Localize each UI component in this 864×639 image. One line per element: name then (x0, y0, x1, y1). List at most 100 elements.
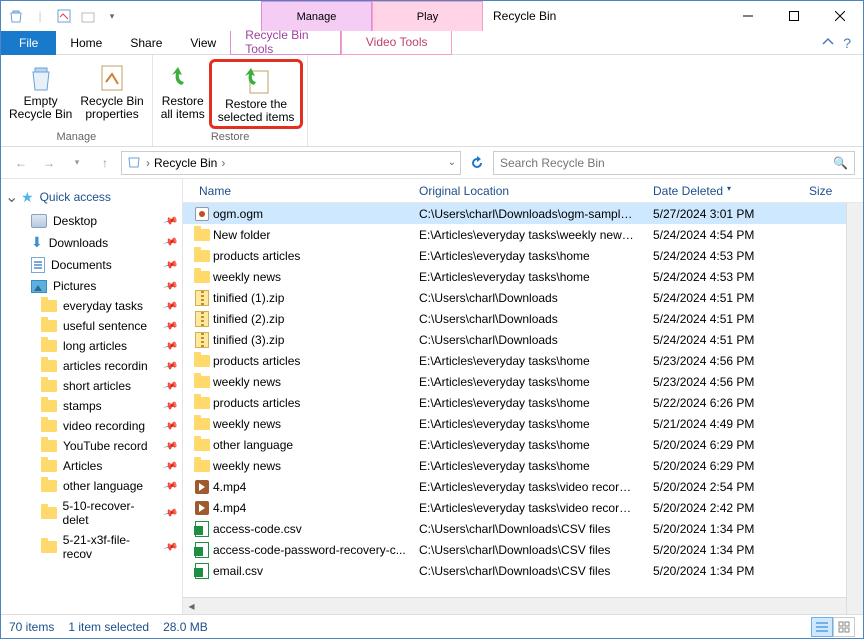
table-row[interactable]: products articlesE:\Articles\everyday ta… (183, 350, 863, 371)
restore-selected-items-button[interactable]: Restore the selected items (209, 59, 304, 129)
table-row[interactable]: weekly newsE:\Articles\everyday tasks\ho… (183, 413, 863, 434)
sidebar-item-label: long articles (63, 339, 127, 353)
table-row[interactable]: products articlesE:\Articles\everyday ta… (183, 245, 863, 266)
file-date-deleted: 5/24/2024 4:53 PM (645, 270, 801, 284)
file-name: products articles (213, 396, 300, 410)
table-row[interactable]: email.csvC:\Users\charl\Downloads\CSV fi… (183, 560, 863, 581)
recycle-bin-properties-button[interactable]: Recycle Bin properties (76, 59, 147, 123)
file-date-deleted: 5/24/2024 4:54 PM (645, 228, 801, 242)
sidebar-item[interactable]: everyday tasks📌 (1, 296, 182, 316)
file-date-deleted: 5/20/2024 2:42 PM (645, 501, 801, 515)
sidebar-item[interactable]: Pictures📌 (1, 276, 182, 296)
table-row[interactable]: products articlesE:\Articles\everyday ta… (183, 392, 863, 413)
column-original-location[interactable]: Original Location (411, 184, 645, 198)
table-row[interactable]: 4.mp4E:\Articles\everyday tasks\video re… (183, 497, 863, 518)
sidebar-item[interactable]: ⬇Downloads📌 (1, 231, 182, 254)
sidebar-quick-access[interactable]: ⌄ ★ Quick access (1, 183, 182, 211)
view-large-icons-button[interactable] (833, 617, 855, 637)
qat-customize-dropdown[interactable]: ▾ (101, 5, 123, 27)
qat-recycle-icon[interactable] (5, 5, 27, 27)
address-dropdown[interactable]: ⌄ (448, 157, 456, 168)
table-row[interactable]: weekly newsE:\Articles\everyday tasks\ho… (183, 371, 863, 392)
nav-recent-dropdown[interactable]: ▾ (65, 151, 89, 175)
file-date-deleted: 5/24/2024 4:53 PM (645, 249, 801, 263)
nav-back-button[interactable]: ← (9, 151, 33, 175)
search-box[interactable]: 🔍 (493, 151, 855, 175)
close-button[interactable] (817, 1, 863, 31)
maximize-button[interactable] (771, 1, 817, 31)
tab-share[interactable]: Share (116, 31, 176, 55)
address-breadcrumb[interactable]: › Recycle Bin › ⌄ (121, 151, 461, 175)
qat-properties-icon[interactable] (53, 5, 75, 27)
file-name: access-code-password-recovery-c... (213, 543, 406, 557)
sidebar-item[interactable]: Desktop📌 (1, 211, 182, 231)
properties-icon (96, 61, 128, 95)
table-row[interactable]: other languageE:\Articles\everyday tasks… (183, 434, 863, 455)
nav-forward-button[interactable]: → (37, 151, 61, 175)
sidebar-item[interactable]: short articles📌 (1, 376, 182, 396)
sidebar-item[interactable]: useful sentence📌 (1, 316, 182, 336)
ribbon-collapse-chevron[interactable]: ? (822, 35, 863, 51)
sidebar-item[interactable]: video recording📌 (1, 416, 182, 436)
pin-icon: 📌 (162, 298, 178, 314)
empty-recycle-bin-button[interactable]: Empty Recycle Bin (5, 59, 76, 123)
sidebar-item-label: articles recordin (63, 359, 148, 373)
table-row[interactable]: tinified (1).zipC:\Users\charl\Downloads… (183, 287, 863, 308)
minimize-button[interactable] (725, 1, 771, 31)
column-size[interactable]: Size (801, 184, 863, 198)
table-row[interactable]: New folderE:\Articles\everyday tasks\wee… (183, 224, 863, 245)
sidebar-item[interactable]: stamps📌 (1, 396, 182, 416)
chevron-right-icon[interactable]: › (221, 156, 225, 170)
breadcrumb-recycle-bin[interactable]: Recycle Bin (154, 156, 217, 170)
file-date-deleted: 5/21/2024 4:49 PM (645, 417, 801, 431)
view-details-button[interactable] (811, 617, 833, 637)
sidebar-item[interactable]: YouTube record📌 (1, 436, 182, 456)
nav-up-button[interactable]: ↑ (93, 151, 117, 175)
vertical-scrollbar[interactable] (846, 203, 863, 614)
tab-home[interactable]: Home (56, 31, 116, 55)
sidebar-item[interactable]: articles recordin📌 (1, 356, 182, 376)
sidebar-item[interactable]: long articles📌 (1, 336, 182, 356)
horizontal-scrollbar[interactable]: ◂ ▸ (183, 597, 863, 614)
column-date-deleted[interactable]: Date Deleted▾ (645, 184, 801, 198)
table-row[interactable]: tinified (2).zipC:\Users\charl\Downloads… (183, 308, 863, 329)
table-row[interactable]: weekly newsE:\Articles\everyday tasks\ho… (183, 266, 863, 287)
pin-icon: 📌 (162, 378, 178, 394)
folder-icon (41, 380, 57, 392)
download-icon: ⬇ (31, 234, 43, 251)
chevron-down-icon[interactable]: ⌄ (5, 187, 15, 207)
chevron-right-icon[interactable]: › (146, 156, 150, 170)
sidebar-item[interactable]: Articles📌 (1, 456, 182, 476)
navigation-pane[interactable]: ⌄ ★ Quick access Desktop📌⬇Downloads📌Docu… (1, 179, 183, 614)
table-row[interactable]: 4.mp4E:\Articles\everyday tasks\video re… (183, 476, 863, 497)
sidebar-item[interactable]: Documents📌 (1, 254, 182, 276)
tab-file[interactable]: File (1, 31, 56, 55)
column-name[interactable]: Name (183, 184, 411, 198)
tab-video-tools[interactable]: Video Tools (341, 31, 452, 55)
table-row[interactable]: access-code.csvC:\Users\charl\Downloads\… (183, 518, 863, 539)
sidebar-item[interactable]: 5-10-recover-delet📌 (1, 496, 182, 530)
table-row[interactable]: ogm.ogmC:\Users\charl\Downloads\ogm-samp… (183, 203, 863, 224)
folder-icon (194, 229, 210, 241)
search-icon[interactable]: 🔍 (833, 156, 848, 170)
folder-icon (194, 418, 210, 430)
sidebar-item-label: Pictures (53, 279, 96, 293)
restore-all-items-button[interactable]: Restore all items (157, 59, 209, 129)
csv-icon (195, 542, 209, 558)
table-row[interactable]: tinified (3).zipC:\Users\charl\Downloads… (183, 329, 863, 350)
qat-new-folder-icon[interactable] (77, 5, 99, 27)
search-input[interactable] (500, 156, 833, 170)
folder-icon (41, 460, 57, 472)
table-row[interactable]: access-code-password-recovery-c...C:\Use… (183, 539, 863, 560)
file-name: access-code.csv (213, 522, 302, 536)
sort-desc-icon: ▾ (727, 184, 731, 193)
tab-recycle-bin-tools[interactable]: Recycle Bin Tools (230, 31, 341, 55)
refresh-button[interactable] (465, 156, 489, 170)
sidebar-item[interactable]: 5-21-x3f-file-recov📌 (1, 530, 182, 564)
file-location: C:\Users\charl\Downloads (411, 312, 645, 326)
table-row[interactable]: weekly newsE:\Articles\everyday tasks\ho… (183, 455, 863, 476)
sidebar-item[interactable]: other language📌 (1, 476, 182, 496)
scroll-left-icon[interactable]: ◂ (183, 599, 200, 613)
sidebar-item-label: 5-21-x3f-file-recov (63, 533, 158, 561)
tab-view[interactable]: View (176, 31, 230, 55)
